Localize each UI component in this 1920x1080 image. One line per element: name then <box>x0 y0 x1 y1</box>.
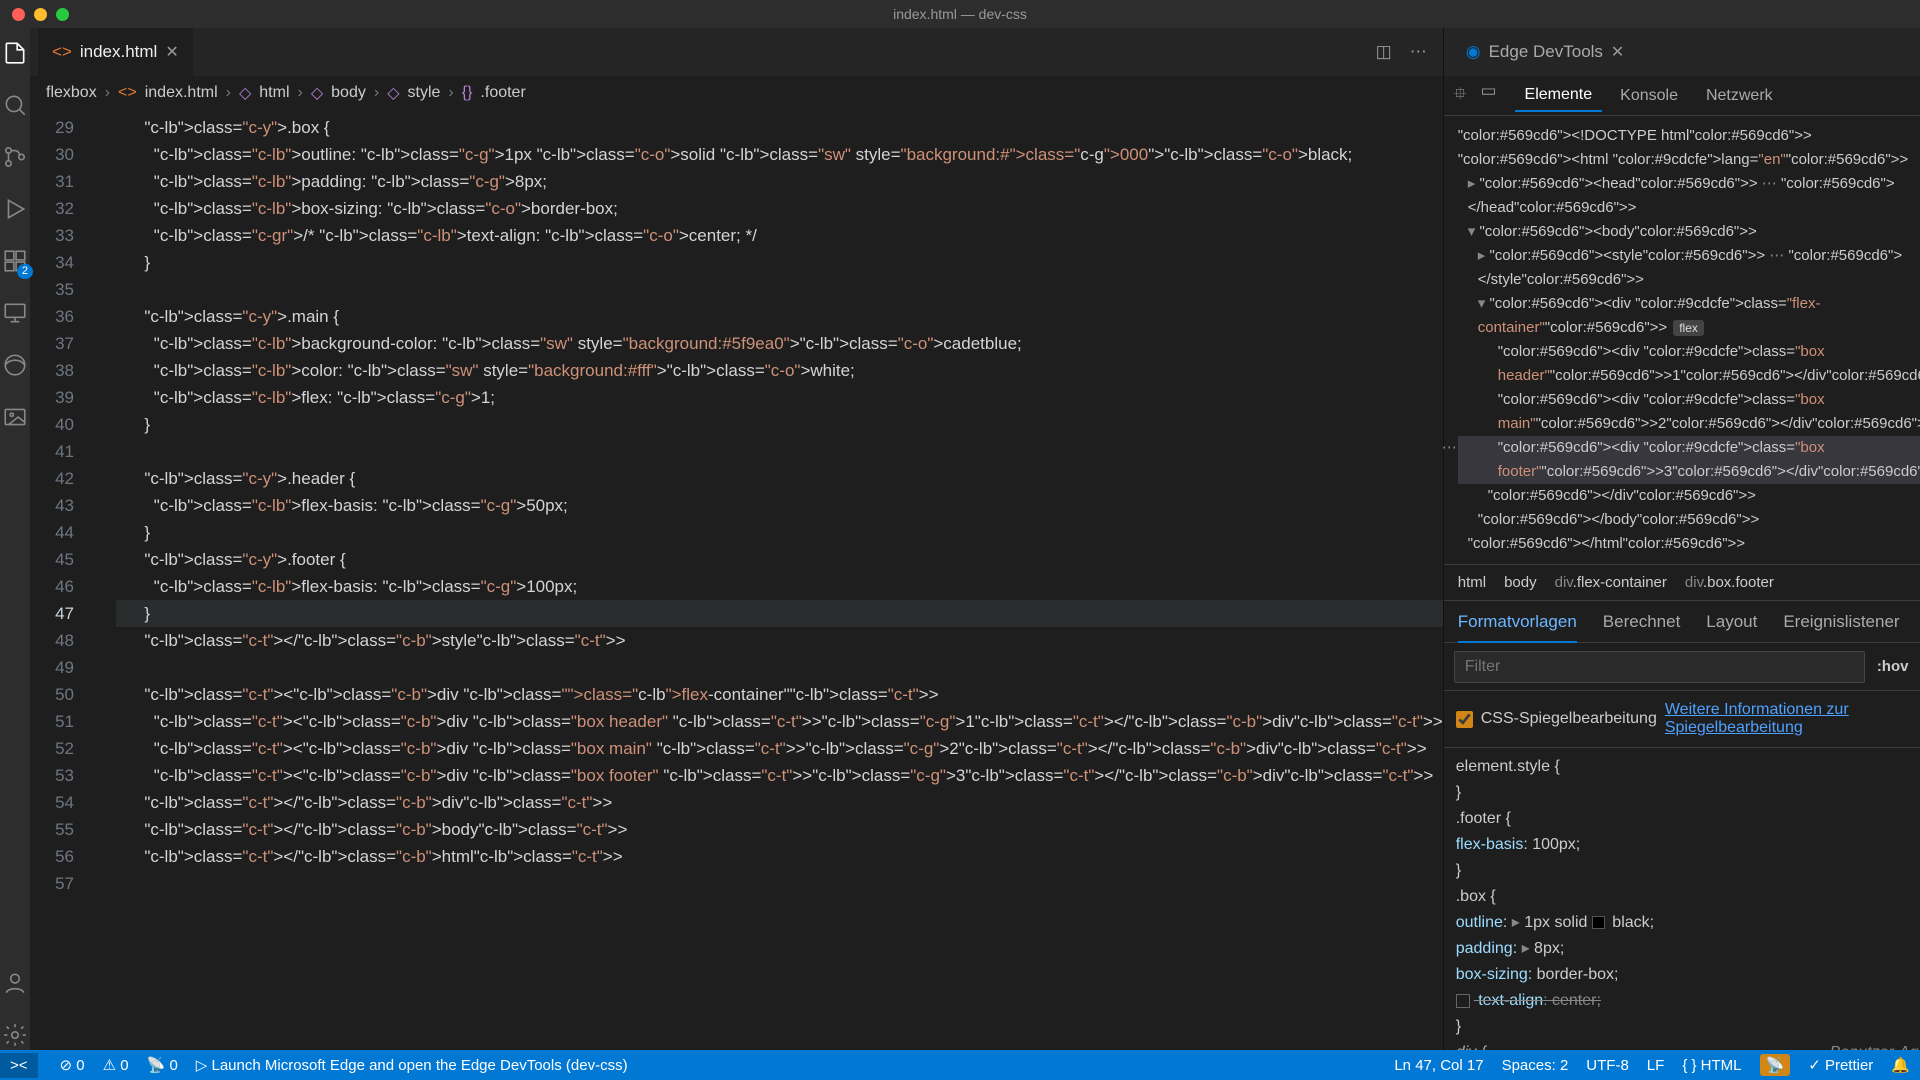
code-editor[interactable]: 2930313233343536373839404142434445464748… <box>30 110 1443 1050</box>
more-actions-icon[interactable]: ⋯ <box>1410 42 1427 62</box>
breadcrumbs[interactable]: flexbox› <>index.html› ◇html› ◇body› ◇st… <box>30 76 1443 110</box>
ports-count[interactable]: 📡 0 <box>147 1056 178 1074</box>
styles-tabs: Formatvorlagen Berechnet Layout Ereignis… <box>1444 601 1920 643</box>
settings-gear-icon[interactable] <box>0 1020 30 1050</box>
language-mode[interactable]: { } HTML <box>1682 1057 1741 1074</box>
device-toggle-icon[interactable]: ▭ <box>1480 81 1496 110</box>
minimize-window[interactable] <box>34 8 47 21</box>
golive-icon[interactable]: 📡 <box>1760 1054 1791 1076</box>
editor-tab-index[interactable]: <> index.html ✕ <box>38 28 193 76</box>
extensions-icon[interactable]: 2 <box>0 246 30 276</box>
dom-breadcrumb[interactable]: html body div.flex-container div.box.foo… <box>1444 565 1920 601</box>
html-file-icon: <> <box>52 42 72 62</box>
extensions-badge: 2 <box>17 264 33 279</box>
remote-explorer-icon[interactable] <box>0 298 30 328</box>
editor-tabs: <> index.html ✕ ◫ ⋯ <box>30 28 1443 76</box>
tab-formatvorlagen[interactable]: Formatvorlagen <box>1458 612 1577 643</box>
edge-tools-icon[interactable] <box>0 350 30 380</box>
styles-pane[interactable]: element.style {}(Index):48.footer { flex… <box>1444 748 1920 1050</box>
explorer-icon[interactable] <box>0 38 30 68</box>
errors-count[interactable]: ⊘ 0 <box>60 1056 85 1074</box>
devtools-tabbar: ⯐ ▭ Elemente Konsole Netzwerk » ＋ <box>1444 76 1920 116</box>
dom-tree[interactable]: "color:#569cd6"><!DOCTYPE html"color:#56… <box>1444 116 1920 565</box>
run-debug-icon[interactable] <box>0 194 30 224</box>
symbol-icon: ◇ <box>387 83 399 103</box>
image-preview-icon[interactable] <box>0 402 30 432</box>
hov-toggle[interactable]: :hov <box>1877 658 1909 675</box>
traffic-lights <box>12 8 69 21</box>
cursor-position[interactable]: Ln 47, Col 17 <box>1394 1057 1483 1074</box>
search-icon[interactable] <box>0 90 30 120</box>
warnings-count[interactable]: ⚠ 0 <box>103 1056 129 1074</box>
window-title: index.html — dev-css <box>893 6 1027 22</box>
mirror-info-link[interactable]: Weitere Informationen zur Spiegelbearbei… <box>1665 701 1885 737</box>
launch-edge-hint[interactable]: ▷ Launch Microsoft Edge and open the Edg… <box>196 1056 628 1074</box>
editor-tab-label: index.html <box>80 42 157 62</box>
tab-konsole[interactable]: Konsole <box>1610 81 1688 111</box>
edge-icon: ◉ <box>1466 42 1481 62</box>
accounts-icon[interactable] <box>0 968 30 998</box>
source-control-icon[interactable] <box>0 142 30 172</box>
encoding[interactable]: UTF-8 <box>1586 1057 1629 1074</box>
tab-berechnet[interactable]: Berechnet <box>1603 612 1681 632</box>
split-editor-icon[interactable]: ◫ <box>1376 42 1392 62</box>
remote-indicator[interactable]: >< <box>0 1053 38 1078</box>
indent-setting[interactable]: Spaces: 2 <box>1502 1057 1569 1074</box>
css-mirror-checkbox[interactable] <box>1456 711 1473 728</box>
maximize-window[interactable] <box>56 8 69 21</box>
devtools-tab[interactable]: ◉ Edge DevTools ✕ <box>1452 28 1639 76</box>
styles-filter-row: :hov .cls ＋ ⎘ ▭ <box>1444 643 1920 691</box>
close-window[interactable] <box>12 8 25 21</box>
status-bar: >< ⊘ 0 ⚠ 0 📡 0 ▷ Launch Microsoft Edge a… <box>0 1050 1920 1080</box>
eol[interactable]: LF <box>1647 1057 1665 1074</box>
symbol-icon: ◇ <box>311 83 323 103</box>
close-tab-icon[interactable]: ✕ <box>165 42 178 62</box>
symbol-icon: ◇ <box>239 83 251 103</box>
close-tab-icon[interactable]: ✕ <box>1611 42 1624 62</box>
styles-filter-input[interactable] <box>1454 651 1865 683</box>
inspect-element-icon[interactable]: ⯐ <box>1454 81 1467 110</box>
titlebar: index.html — dev-css <box>0 0 1920 28</box>
activity-bar: 2 <box>0 28 30 1050</box>
file-icon: <> <box>118 84 137 102</box>
tab-netzwerk[interactable]: Netzwerk <box>1696 81 1783 111</box>
prettier-status[interactable]: ✓ Prettier <box>1808 1056 1873 1074</box>
symbol-icon: {} <box>462 84 473 102</box>
devtools-tabs: ◉ Edge DevTools ✕ ⋯ <box>1444 28 1920 76</box>
tab-layout[interactable]: Layout <box>1706 612 1757 632</box>
tab-ereignislistener[interactable]: Ereignislistener <box>1783 612 1899 632</box>
notifications-icon[interactable]: 🔔 <box>1891 1056 1910 1074</box>
tab-elemente[interactable]: Elemente <box>1515 80 1603 112</box>
css-mirror-row: CSS-Spiegelbearbeitung Weitere Informati… <box>1444 691 1920 748</box>
